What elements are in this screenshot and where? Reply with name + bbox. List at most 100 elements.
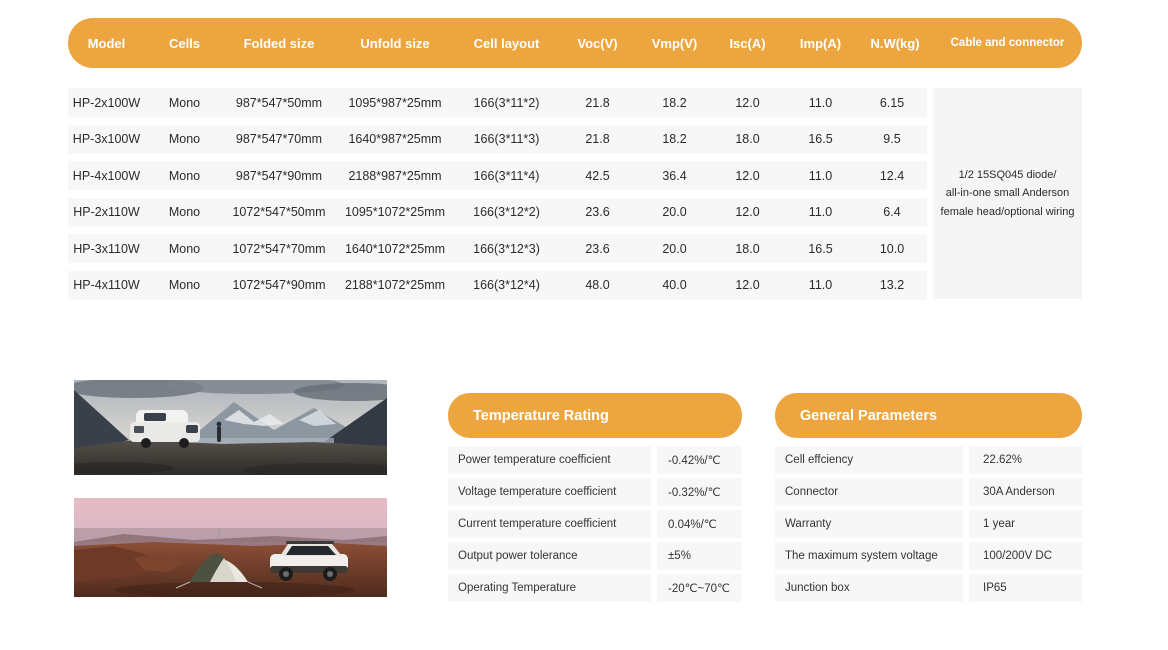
column-header-unfold-size: Unfold size — [360, 35, 430, 51]
param-value: ±5% — [657, 542, 742, 570]
column-header-voc: Voc(V) — [577, 35, 618, 51]
unfold-size-cell: 1640*987*25mm — [348, 132, 442, 146]
param-value: -0.32%/℃ — [657, 478, 742, 506]
general-parameters-header: General Parameters — [775, 393, 1082, 438]
isc-cell: 18.0 — [735, 132, 760, 146]
column-header-isc: Isc(A) — [729, 35, 766, 51]
model-cell: HP-3x110W — [73, 241, 140, 256]
param-value: -0.42%/℃ — [657, 446, 742, 474]
param-value: -20℃~70℃ — [657, 574, 742, 602]
column-header-folded-size: Folded size — [243, 35, 315, 51]
imp-cell: 11.0 — [808, 95, 833, 110]
param-label: Voltage temperature coefficient — [448, 478, 651, 506]
list-item: Output power tolerance ±5% — [448, 542, 742, 570]
nw-cell: 9.5 — [883, 132, 901, 146]
nw-cell: 13.2 — [879, 278, 905, 292]
column-header-nw: N.W(kg) — [870, 35, 920, 51]
unfold-size-cell: 2188*987*25mm — [348, 168, 442, 183]
voc-cell: 42.5 — [585, 168, 610, 183]
voc-cell: 21.8 — [585, 95, 610, 110]
imp-cell: 11.0 — [808, 168, 833, 183]
param-value: 1 year — [969, 510, 1082, 538]
param-label: Output power tolerance — [448, 542, 651, 570]
list-item: Cell effciency 22.62% — [775, 446, 1082, 474]
param-label: Power temperature coefficient — [448, 446, 651, 474]
cell-layout-cell: 166(3*12*2) — [473, 205, 540, 219]
isc-cell: 12.0 — [735, 205, 760, 219]
list-item: The maximum system voltage 100/200V DC — [775, 542, 1082, 570]
isc-cell: 18.0 — [735, 241, 760, 256]
column-header-model: Model — [87, 35, 126, 51]
isc-cell: 12.0 — [735, 95, 760, 110]
nw-cell: 12.4 — [879, 168, 905, 183]
param-value: 100/200V DC — [969, 542, 1082, 570]
param-value: 30A Anderson — [969, 478, 1082, 506]
unfold-size-cell: 1095*987*25mm — [348, 95, 442, 110]
column-header-cell-layout: Cell layout — [473, 35, 540, 51]
table-row: HP-3x110W Mono 1072*547*70mm 1640*1072*2… — [68, 234, 927, 263]
temperature-rating-table: Power temperature coefficient -0.42%/℃ V… — [448, 446, 742, 606]
table-row: HP-2x100W Mono 987*547*50mm 1095*987*25m… — [68, 88, 927, 117]
unfold-size-cell: 1095*1072*25mm — [344, 205, 446, 219]
param-label: Cell effciency — [775, 446, 963, 474]
param-label: The maximum system voltage — [775, 542, 963, 570]
spec-table-body: HP-2x100W Mono 987*547*50mm 1095*987*25m… — [68, 88, 927, 307]
photo-campervan-mountains — [74, 380, 387, 475]
nw-cell: 10.0 — [879, 241, 905, 256]
param-value: IP65 — [969, 574, 1082, 602]
list-item: Connector 30A Anderson — [775, 478, 1082, 506]
model-cell: HP-2x100W — [72, 95, 141, 110]
param-label: Junction box — [775, 574, 963, 602]
param-value: 22.62% — [969, 446, 1082, 474]
voc-cell: 21.8 — [585, 132, 610, 146]
cell-layout-cell: 166(3*11*3) — [473, 132, 540, 146]
temperature-rating-header: Temperature Rating — [448, 393, 742, 438]
cell-layout-cell: 166(3*11*2) — [473, 95, 540, 110]
list-item: Junction box IP65 — [775, 574, 1082, 602]
imp-cell: 11.0 — [808, 278, 833, 292]
folded-size-cell: 987*547*90mm — [235, 168, 323, 183]
cells-cell: Mono — [168, 278, 201, 292]
cell-layout-cell: 166(3*12*3) — [473, 241, 540, 256]
nw-cell: 6.4 — [883, 205, 901, 219]
cable-note-line: all-in-one small Anderson — [945, 187, 1070, 200]
table-row: HP-4x100W Mono 987*547*90mm 2188*987*25m… — [68, 161, 927, 190]
column-header-cells: Cells — [168, 35, 201, 51]
list-item: Current temperature coefficient 0.04%/℃ — [448, 510, 742, 538]
section-title: General Parameters — [800, 407, 938, 424]
table-row: HP-2x110W Mono 1072*547*50mm 1095*1072*2… — [68, 197, 927, 227]
imp-cell: 11.0 — [808, 205, 833, 219]
vmp-cell: 20.0 — [662, 205, 687, 219]
param-label: Operating Temperature — [448, 574, 651, 602]
voc-cell: 48.0 — [585, 278, 610, 292]
spec-sheet-page: Model Cells Folded size Unfold size Cell… — [0, 0, 1168, 650]
isc-cell: 12.0 — [735, 168, 760, 183]
list-item: Power temperature coefficient -0.42%/℃ — [448, 446, 742, 474]
folded-size-cell: 1072*547*50mm — [232, 205, 326, 219]
column-header-cable-connector: Cable and connector — [950, 37, 1065, 49]
cell-layout-cell: 166(3*12*4) — [473, 278, 540, 292]
cells-cell: Mono — [168, 132, 201, 146]
cell-layout-cell: 166(3*11*4) — [473, 168, 540, 183]
unfold-size-cell: 1640*1072*25mm — [344, 241, 446, 256]
vmp-cell: 36.4 — [662, 168, 687, 183]
param-label: Warranty — [775, 510, 963, 538]
folded-size-cell: 1072*547*70mm — [232, 241, 326, 256]
folded-size-cell: 987*547*50mm — [235, 95, 323, 110]
param-value: 0.04%/℃ — [657, 510, 742, 538]
voc-cell: 23.6 — [585, 205, 610, 219]
cable-connector-note: 1/2 15SQ045 diode/ all-in-one small Ande… — [933, 88, 1082, 299]
column-header-imp: Imp(A) — [799, 35, 842, 51]
cells-cell: Mono — [168, 168, 201, 183]
folded-size-cell: 987*547*70mm — [235, 132, 323, 146]
vmp-cell: 20.0 — [662, 241, 687, 256]
param-label: Current temperature coefficient — [448, 510, 651, 538]
list-item: Warranty 1 year — [775, 510, 1082, 538]
table-row: HP-3x100W Mono 987*547*70mm 1640*987*25m… — [68, 124, 927, 154]
cells-cell: Mono — [168, 95, 201, 110]
cable-note-line: female head/optional wiring — [940, 205, 1075, 218]
isc-cell: 12.0 — [735, 278, 760, 292]
unfold-size-cell: 2188*1072*25mm — [344, 278, 446, 292]
vmp-cell: 18.2 — [662, 95, 687, 110]
model-cell: HP-2x110W — [73, 205, 140, 219]
